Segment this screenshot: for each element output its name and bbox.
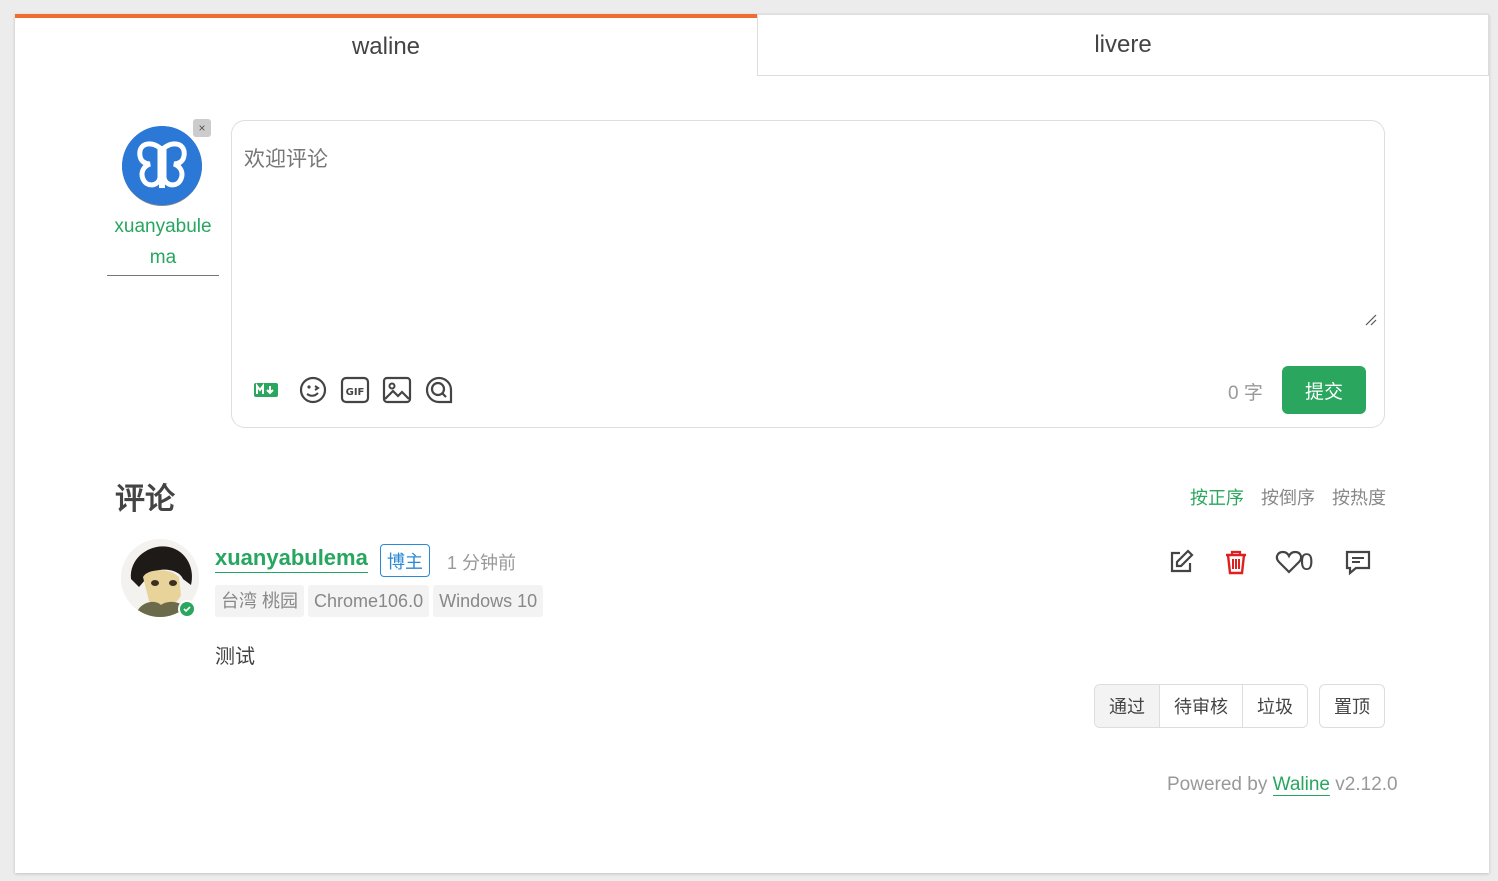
sort-asc[interactable]: 按正序 xyxy=(1190,484,1244,510)
sort-desc[interactable]: 按倒序 xyxy=(1261,484,1315,510)
like-heart-icon[interactable] xyxy=(1275,548,1303,576)
comment-editor: GIF 0 字 提交 xyxy=(231,120,1385,428)
svg-text:GIF: GIF xyxy=(346,387,365,398)
sort-options: 按正序 按倒序 按热度 xyxy=(1190,484,1386,510)
author-badge: 博主 xyxy=(380,544,430,577)
reply-icon[interactable] xyxy=(1344,548,1372,576)
moderation-group: 通过 待审核 垃圾 xyxy=(1094,684,1308,728)
tab-waline[interactable]: waline xyxy=(15,14,757,76)
butterfly-logo-icon xyxy=(122,126,202,205)
user-name[interactable]: xuanyabulema xyxy=(107,211,219,276)
word-count: 0 字 xyxy=(1228,383,1263,404)
logout-button[interactable]: × xyxy=(193,119,211,137)
comment-meta: 台湾 桃园 Chrome106.0 Windows 10 xyxy=(215,585,544,617)
powered-by: Powered by Waline v2.12.0 xyxy=(1167,774,1398,796)
preview-icon[interactable] xyxy=(423,374,455,406)
approve-button[interactable]: 通过 xyxy=(1095,685,1159,727)
spam-button[interactable]: 垃圾 xyxy=(1242,685,1307,727)
waline-link[interactable]: Waline xyxy=(1272,774,1330,796)
sort-hot[interactable]: 按热度 xyxy=(1332,484,1386,510)
delete-icon[interactable] xyxy=(1222,548,1250,576)
markdown-icon[interactable] xyxy=(250,374,282,406)
comments-title: 评论 xyxy=(115,483,175,516)
gif-icon[interactable]: GIF xyxy=(339,374,371,406)
resize-handle-icon[interactable] xyxy=(1363,312,1377,326)
pending-button[interactable]: 待审核 xyxy=(1159,685,1242,727)
verified-badge-icon xyxy=(178,600,196,618)
comment-author[interactable]: xuanyabulema xyxy=(215,544,368,573)
meta-os: Windows 10 xyxy=(433,585,544,617)
tab-bar: waline livere xyxy=(15,14,1489,76)
tab-livere[interactable]: livere xyxy=(757,14,1489,76)
emoji-icon[interactable] xyxy=(297,374,329,406)
submit-button[interactable]: 提交 xyxy=(1282,366,1366,414)
meta-browser: Chrome106.0 xyxy=(308,585,430,617)
comment-content: 测试 xyxy=(215,646,255,668)
pin-button[interactable]: 置顶 xyxy=(1319,684,1385,728)
version-label: v2.12.0 xyxy=(1335,774,1398,795)
like-count: 0 xyxy=(1300,549,1314,576)
comment-time: 1 分钟前 xyxy=(447,553,517,573)
meta-location: 台湾 桃园 xyxy=(215,585,305,617)
user-avatar[interactable] xyxy=(122,126,202,206)
comment-panel: waline livere × xuanyabulema 欢迎评论 GIF 0 … xyxy=(15,14,1489,873)
edit-icon[interactable] xyxy=(1167,548,1195,576)
powered-prefix: Powered by xyxy=(1167,774,1268,795)
comment-textarea[interactable] xyxy=(244,143,1372,329)
image-icon[interactable] xyxy=(381,374,413,406)
